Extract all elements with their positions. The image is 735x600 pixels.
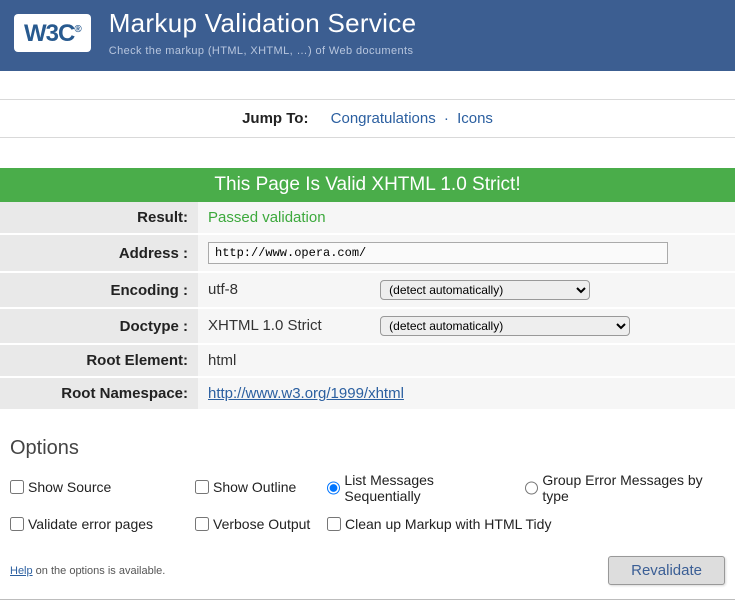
doctype-label: Doctype : [0, 308, 198, 344]
root-element-label: Root Element: [0, 344, 198, 377]
result-value: Passed validation [208, 209, 326, 226]
doctype-value: XHTML 1.0 Strict [208, 317, 376, 334]
root-namespace-link[interactable]: http://www.w3.org/1999/xhtml [208, 385, 404, 402]
results-table: Result: Passed validation Address : Enco… [0, 202, 735, 411]
verbose-output-checkbox[interactable] [195, 517, 209, 531]
options-help-text: Help on the options is available. [10, 565, 165, 577]
page-subtitle: Check the markup (HTML, XHTML, …) of Web… [109, 45, 417, 57]
jump-to-bar: Jump To: Congratulations · Icons [0, 99, 735, 138]
encoding-select[interactable]: (detect automatically) [380, 280, 590, 300]
app-header: W3C® Markup Validation Service Check the… [0, 0, 735, 71]
logo-text: W3C [24, 20, 74, 47]
header-text: Markup Validation Service Check the mark… [109, 8, 417, 57]
show-source-option[interactable]: Show Source [10, 479, 111, 495]
encoding-value: utf-8 [208, 281, 376, 298]
address-label: Address : [0, 234, 198, 272]
show-outline-option[interactable]: Show Outline [195, 479, 296, 495]
validate-error-pages-checkbox[interactable] [10, 517, 24, 531]
options-title: Options [10, 437, 725, 460]
list-sequential-option[interactable]: List Messages Sequentially [327, 472, 507, 504]
page-title: Markup Validation Service [109, 8, 417, 39]
validate-error-pages-option[interactable]: Validate error pages [10, 516, 153, 532]
verbose-output-option[interactable]: Verbose Output [195, 516, 310, 532]
options-section: Options Show Source Show Outline List Me… [0, 437, 735, 589]
jump-to-label: Jump To: [242, 110, 308, 127]
clean-tidy-checkbox[interactable] [327, 517, 341, 531]
logo-registered: ® [74, 24, 80, 35]
clean-tidy-option[interactable]: Clean up Markup with HTML Tidy [327, 516, 551, 532]
w3c-logo: W3C® [14, 14, 91, 52]
encoding-label: Encoding : [0, 272, 198, 308]
root-element-value: html [198, 344, 735, 377]
address-input[interactable] [208, 242, 668, 264]
group-errors-option[interactable]: Group Error Messages by type [525, 472, 725, 504]
group-errors-radio[interactable] [525, 481, 538, 495]
doctype-select[interactable]: (detect automatically) [380, 316, 630, 336]
show-outline-checkbox[interactable] [195, 480, 209, 494]
validation-success-banner: This Page Is Valid XHTML 1.0 Strict! [0, 168, 735, 202]
jump-link-congratulations[interactable]: Congratulations [331, 110, 436, 127]
help-link[interactable]: Help [10, 565, 33, 577]
result-label: Result: [0, 202, 198, 234]
list-sequential-radio[interactable] [327, 481, 340, 495]
jump-separator: · [440, 110, 453, 127]
root-namespace-label: Root Namespace: [0, 377, 198, 410]
revalidate-button[interactable]: Revalidate [608, 556, 725, 585]
show-source-checkbox[interactable] [10, 480, 24, 494]
jump-link-icons[interactable]: Icons [457, 110, 493, 127]
